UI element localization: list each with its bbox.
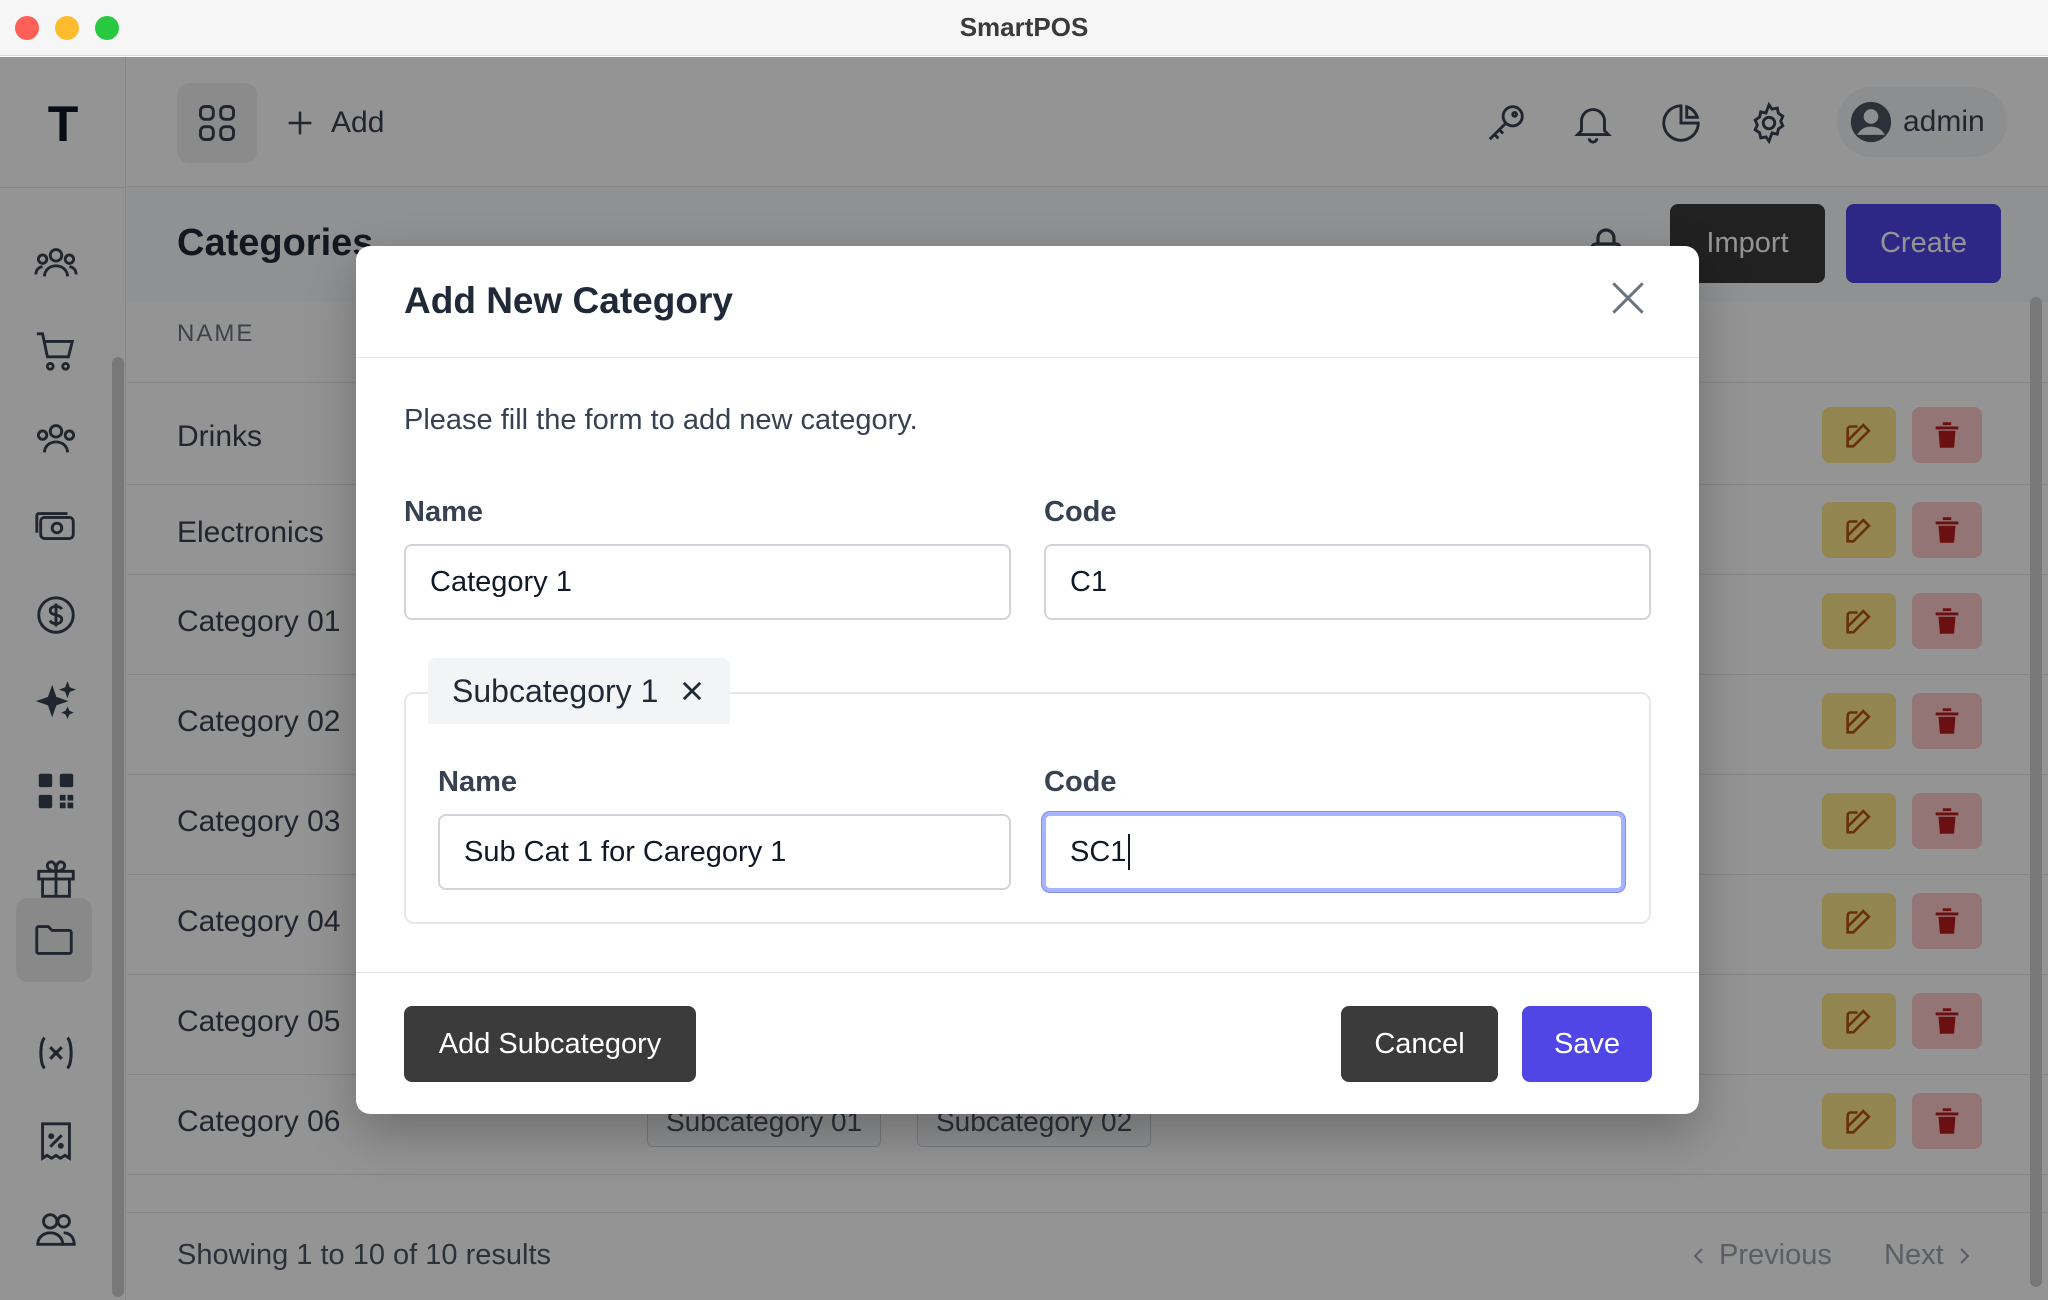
subcategory-tab[interactable]: Subcategory 1: [428, 658, 731, 724]
subcategory-code-value: SC1: [1070, 835, 1127, 868]
category-code-input[interactable]: C1: [1044, 544, 1651, 620]
name-label: Name: [404, 496, 483, 528]
code-label: Code: [1044, 496, 1117, 528]
subcategory-name-label: Name: [438, 766, 517, 798]
category-name-value: Category 1: [430, 565, 572, 598]
close-icon[interactable]: [1606, 276, 1650, 320]
category-name-input[interactable]: Category 1: [404, 544, 1011, 620]
subcategory-code-label: Code: [1044, 766, 1117, 798]
save-button[interactable]: Save: [1522, 1006, 1652, 1082]
add-subcategory-button[interactable]: Add Subcategory: [404, 1006, 696, 1082]
subcategory-name-input[interactable]: Sub Cat 1 for Caregory 1: [438, 814, 1011, 890]
text-caret: [1128, 834, 1131, 870]
add-category-modal: Add New Category Please fill the form to…: [356, 246, 1699, 1114]
window-title: SmartPOS: [959, 12, 1089, 42]
modal-header: Add New Category: [356, 246, 1699, 358]
modal-footer-divider: [356, 972, 1699, 973]
cancel-button[interactable]: Cancel: [1341, 1006, 1498, 1082]
subcategory-code-input[interactable]: SC1: [1042, 812, 1625, 892]
modal-title: Add New Category: [404, 280, 733, 321]
window-titlebar: SmartPOS: [0, 0, 2048, 56]
modal-description: Please fill the form to add new category…: [404, 404, 918, 436]
remove-subcategory-icon[interactable]: [678, 677, 706, 705]
category-code-value: C1: [1070, 565, 1108, 598]
subcategory-tab-label: Subcategory 1: [452, 672, 659, 709]
subcategory-name-value: Sub Cat 1 for Caregory 1: [464, 835, 787, 868]
